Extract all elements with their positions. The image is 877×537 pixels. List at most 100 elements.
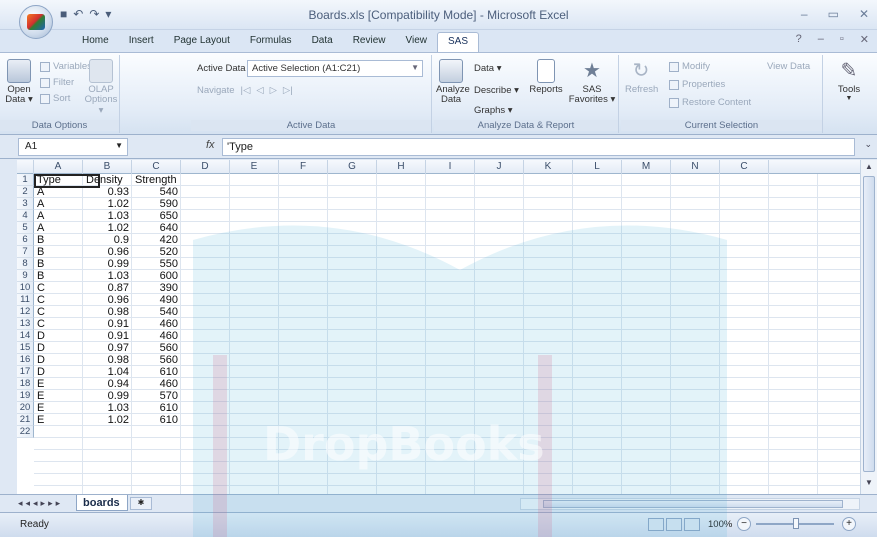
cell-a[interactable]: A bbox=[34, 198, 83, 210]
cell-c[interactable]: 540 bbox=[132, 186, 181, 198]
cell-c[interactable]: Strength bbox=[132, 174, 181, 186]
cell-a[interactable] bbox=[34, 426, 83, 438]
view-data-button[interactable]: View Data bbox=[767, 61, 810, 72]
nav-next-icon[interactable]: ▷ bbox=[270, 85, 277, 96]
zoom-in-icon[interactable]: + bbox=[842, 517, 856, 531]
row-header[interactable]: 12 bbox=[17, 306, 34, 318]
office-button[interactable] bbox=[19, 5, 53, 39]
reports-button[interactable]: Reports bbox=[526, 59, 566, 95]
cell-a[interactable]: B bbox=[34, 234, 83, 246]
worksheet[interactable]: ABCDEFGHIJKLMNC 1 2 3 4 5 6 7 8 9 10 11 12 13 14 15 16 1… bbox=[17, 160, 860, 494]
cell-c[interactable]: 570 bbox=[132, 390, 181, 402]
page-layout-view-icon[interactable] bbox=[666, 518, 682, 531]
cell-b[interactable] bbox=[83, 426, 132, 438]
cell-b[interactable]: 1.02 bbox=[83, 222, 132, 234]
cell-a[interactable]: B bbox=[34, 246, 83, 258]
page-break-view-icon[interactable] bbox=[684, 518, 700, 531]
sheet-tab-boards[interactable]: boards bbox=[76, 495, 128, 511]
sheet-nav-icons[interactable]: ◂◂◂▸▸▸ bbox=[18, 498, 63, 509]
cell-a[interactable]: D bbox=[34, 330, 83, 342]
row-header[interactable]: 11 bbox=[17, 294, 34, 306]
vertical-scrollbar[interactable]: ▲ ▼ bbox=[860, 160, 877, 494]
row-header[interactable]: 4 bbox=[17, 210, 34, 222]
cell-b[interactable]: 1.03 bbox=[83, 402, 132, 414]
cell-c[interactable]: 420 bbox=[132, 234, 181, 246]
formula-input[interactable]: 'Type bbox=[222, 138, 855, 156]
cell-b[interactable]: 1.03 bbox=[83, 210, 132, 222]
cell-c[interactable]: 520 bbox=[132, 246, 181, 258]
minimize-icon[interactable]: – bbox=[801, 7, 808, 21]
tools-button[interactable]: ✎ Tools ▼ bbox=[829, 59, 869, 103]
graphs-menu-button[interactable]: Graphs ▾ bbox=[474, 105, 513, 116]
cell-a[interactable]: E bbox=[34, 378, 83, 390]
cell-a[interactable]: C bbox=[34, 306, 83, 318]
row-header[interactable]: 3 bbox=[17, 198, 34, 210]
tab-home[interactable]: Home bbox=[72, 32, 119, 52]
column-header-e[interactable]: E bbox=[230, 160, 279, 174]
row-header[interactable]: 5 bbox=[17, 222, 34, 234]
row-header[interactable]: 15 bbox=[17, 342, 34, 354]
column-header-b[interactable]: B bbox=[83, 160, 132, 174]
row-header[interactable]: 10 bbox=[17, 282, 34, 294]
cell-a[interactable]: E bbox=[34, 390, 83, 402]
cell-c[interactable]: 550 bbox=[132, 258, 181, 270]
cell-c[interactable]: 650 bbox=[132, 210, 181, 222]
column-header-i[interactable]: I bbox=[426, 160, 475, 174]
close-icon[interactable]: ✕ bbox=[859, 7, 869, 21]
row-header[interactable]: 14 bbox=[17, 330, 34, 342]
nav-first-icon[interactable]: |◁ bbox=[241, 85, 251, 96]
refresh-button[interactable]: ↻ Refresh bbox=[625, 59, 658, 95]
select-all-corner[interactable] bbox=[17, 160, 34, 174]
cell-c[interactable]: 460 bbox=[132, 330, 181, 342]
cell-b[interactable]: 0.97 bbox=[83, 342, 132, 354]
olap-options-button[interactable]: OLAP Options ▾ bbox=[84, 59, 118, 116]
cell-b[interactable]: 0.91 bbox=[83, 318, 132, 330]
cell-b[interactable]: 1.04 bbox=[83, 366, 132, 378]
cell-c[interactable] bbox=[132, 426, 181, 438]
row-header[interactable]: 1 bbox=[17, 174, 34, 186]
nav-prev-icon[interactable]: ◁ bbox=[256, 85, 263, 96]
column-header-l[interactable]: L bbox=[573, 160, 622, 174]
cell-c[interactable]: 560 bbox=[132, 342, 181, 354]
zoom-out-icon[interactable]: − bbox=[737, 517, 751, 531]
cell-b[interactable]: 0.99 bbox=[83, 390, 132, 402]
zoom-level[interactable]: 100% bbox=[708, 519, 732, 530]
cell-a[interactable]: D bbox=[34, 342, 83, 354]
nav-last-icon[interactable]: ▷| bbox=[283, 85, 293, 96]
cell-a[interactable]: C bbox=[34, 294, 83, 306]
horizontal-scrollbar[interactable] bbox=[520, 498, 860, 510]
vertical-scroll-thumb[interactable] bbox=[863, 176, 875, 472]
cell-b[interactable]: 1.02 bbox=[83, 198, 132, 210]
cell-a[interactable]: D bbox=[34, 366, 83, 378]
doc-restore-icon[interactable]: ▫ bbox=[840, 33, 844, 46]
cell-c[interactable]: 610 bbox=[132, 414, 181, 426]
cell-b[interactable]: 0.98 bbox=[83, 306, 132, 318]
cell-grid[interactable]: Type Density Strength A 0.93 540 A 1.02 590 A 1.03… bbox=[34, 174, 860, 494]
cell-c[interactable]: 560 bbox=[132, 354, 181, 366]
row-header[interactable]: 2 bbox=[17, 186, 34, 198]
cell-b[interactable]: 0.93 bbox=[83, 186, 132, 198]
normal-view-icon[interactable] bbox=[648, 518, 664, 531]
cell-c[interactable]: 390 bbox=[132, 282, 181, 294]
tab-page-layout[interactable]: Page Layout bbox=[164, 32, 240, 52]
analyze-data-button[interactable]: Analyze Data bbox=[436, 59, 470, 106]
cell-b[interactable]: Density bbox=[83, 174, 132, 186]
row-header[interactable]: 16 bbox=[17, 354, 34, 366]
cell-a[interactable]: C bbox=[34, 282, 83, 294]
doc-minimize-icon[interactable]: – bbox=[818, 33, 824, 46]
cell-b[interactable]: 0.87 bbox=[83, 282, 132, 294]
cell-a[interactable]: D bbox=[34, 354, 83, 366]
cell-b[interactable]: 0.94 bbox=[83, 378, 132, 390]
column-header-m[interactable]: M bbox=[622, 160, 671, 174]
cell-a[interactable]: C bbox=[34, 318, 83, 330]
zoom-slider-thumb[interactable] bbox=[793, 518, 799, 529]
column-header-c[interactable]: C bbox=[132, 160, 181, 174]
row-header[interactable]: 7 bbox=[17, 246, 34, 258]
cell-a[interactable]: A bbox=[34, 210, 83, 222]
tab-data[interactable]: Data bbox=[302, 32, 343, 52]
filter-button[interactable]: Filter bbox=[40, 77, 74, 88]
tab-insert[interactable]: Insert bbox=[119, 32, 164, 52]
column-header-h[interactable]: H bbox=[377, 160, 426, 174]
insert-function-icon[interactable]: fx bbox=[206, 139, 215, 151]
cell-b[interactable]: 0.99 bbox=[83, 258, 132, 270]
